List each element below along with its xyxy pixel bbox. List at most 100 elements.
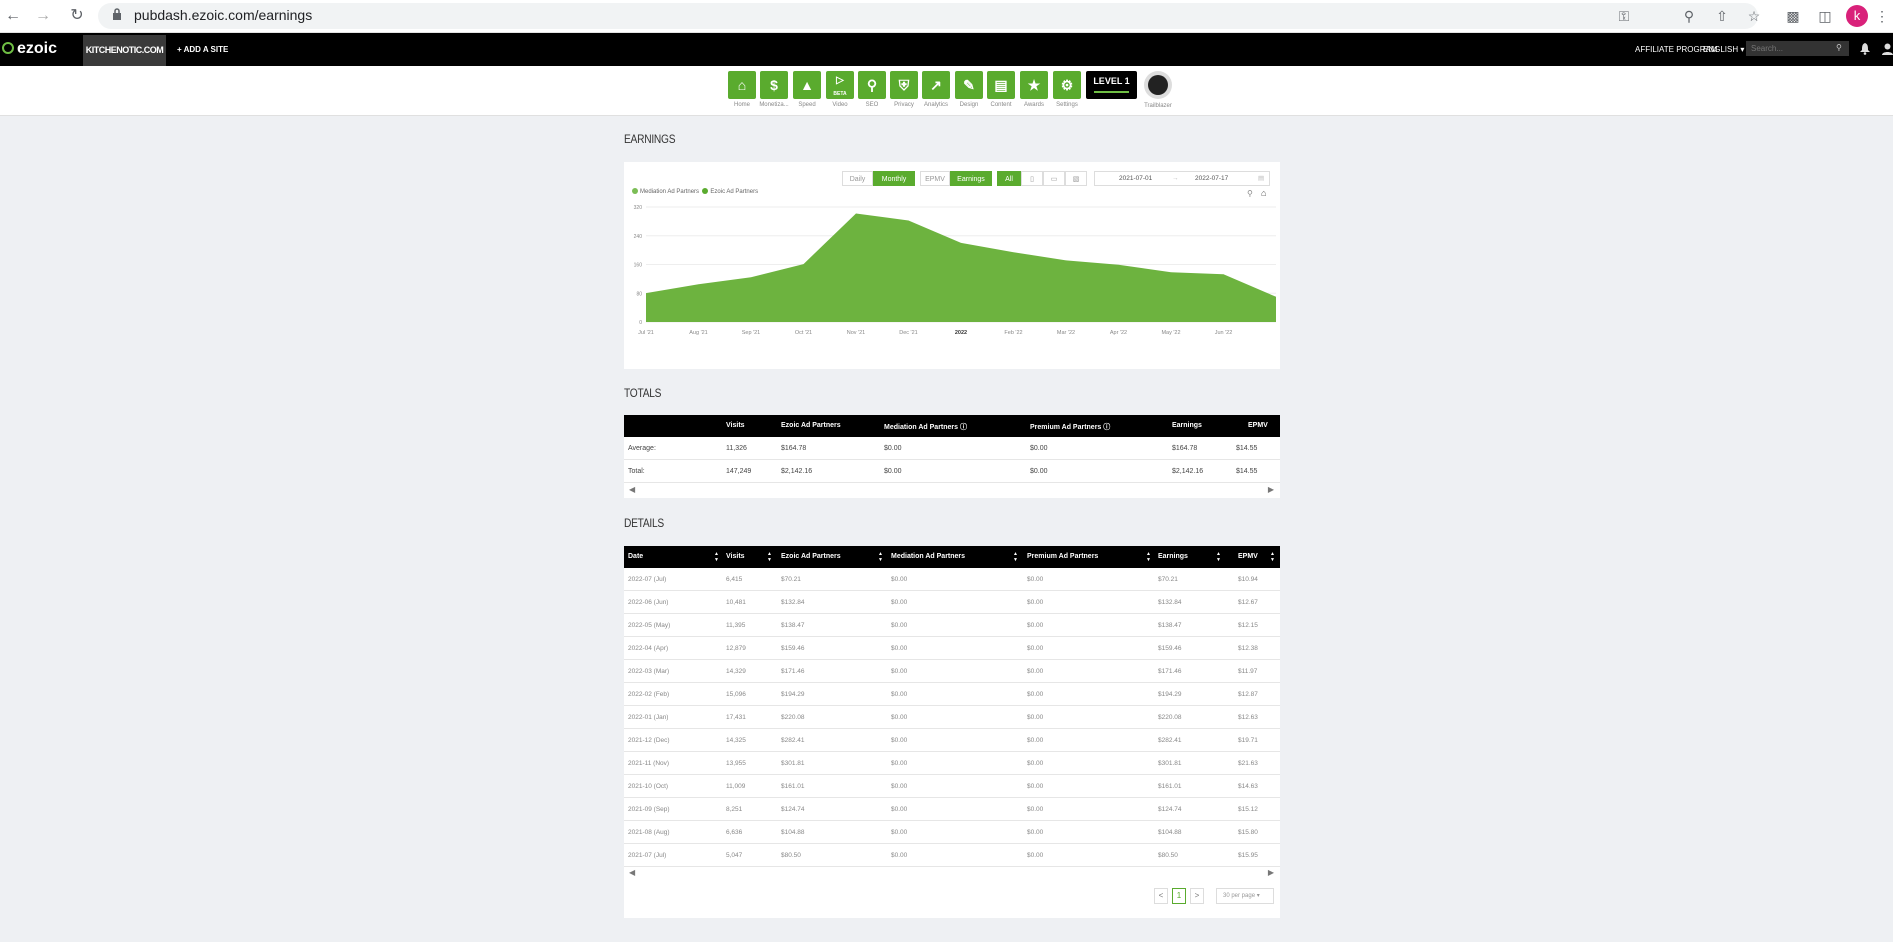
sort-icon[interactable]: ▲ ▼ [714, 551, 719, 563]
col-visits[interactable]: Visits [726, 553, 745, 560]
zoom-icon[interactable]: ⚲ [1679, 6, 1699, 26]
cell: $164.78 [781, 445, 807, 452]
mobile-icon[interactable]: ▯ [1021, 171, 1043, 186]
per-page-select[interactable]: 30 per page ▾ [1216, 888, 1274, 904]
share-icon[interactable]: ⇧ [1712, 6, 1732, 26]
legend-mediation[interactable]: Mediation Ad Partners [640, 189, 699, 195]
details-header-row: Date Visits Ezoic Ad Partners Mediation … [624, 546, 1280, 568]
level-badge[interactable]: LEVEL 1 [1086, 71, 1137, 99]
table-cell: 12,879 [726, 645, 746, 652]
ezoic-logo[interactable]: ezoic [2, 40, 57, 58]
table-cell: $80.50 [1158, 852, 1178, 859]
scroll-right-icon[interactable]: ▶ [1268, 485, 1274, 494]
table-cell: $282.41 [1158, 737, 1182, 744]
epmv-toggle[interactable]: EPMV [920, 171, 950, 186]
col-premium: Premium Ad Partners ⓘ [1030, 422, 1110, 432]
col-earnings: Earnings [1172, 422, 1202, 429]
back-arrow-icon[interactable]: ← [2, 5, 24, 27]
table-cell: $132.84 [1158, 599, 1182, 606]
table-cell: $0.00 [1027, 691, 1044, 698]
tool-awards[interactable]: ★ Awards [1019, 71, 1049, 108]
cell: $14.55 [1236, 468, 1258, 475]
details-horizontal-scrollbar[interactable]: ◀ ▶ [624, 868, 1280, 879]
x-tick-label: Oct '21 [795, 330, 812, 336]
tool-analytics[interactable]: ↗ Analytics [921, 71, 951, 108]
next-page-button[interactable]: > [1190, 888, 1204, 904]
desktop-icon[interactable]: ▧ [1065, 171, 1087, 186]
all-devices-toggle[interactable]: All [997, 171, 1021, 186]
area-series-ezoic[interactable] [646, 213, 1276, 323]
url-text: pubdash.ezoic.com/earnings [134, 7, 313, 23]
table-cell: 17,431 [726, 714, 746, 721]
bookmark-star-icon[interactable]: ☆ [1744, 6, 1764, 26]
y-tick-label: 80 [636, 291, 642, 297]
help-icon[interactable]: ⓘ [1103, 424, 1110, 431]
monthly-toggle[interactable]: Monthly [873, 171, 915, 186]
key-icon[interactable]: ⚿ [1614, 6, 1634, 26]
sort-icon[interactable]: ▲ ▼ [1270, 551, 1275, 563]
menu-icon[interactable]: ⋮ [1872, 6, 1892, 26]
bell-icon[interactable] [1860, 43, 1870, 55]
table-cell: $12.87 [1238, 691, 1258, 698]
table-cell: $194.29 [1158, 691, 1182, 698]
trailblazer-avatar[interactable] [1144, 71, 1172, 99]
site-tab[interactable]: KITCHENOTIC.COM [83, 35, 166, 66]
tool-speed[interactable]: ▲ Speed [792, 71, 822, 108]
sidepanel-icon[interactable]: ◫ [1815, 6, 1835, 26]
col-ezoic[interactable]: Ezoic Ad Partners [781, 553, 841, 560]
prev-page-button[interactable]: < [1154, 888, 1168, 904]
profile-avatar[interactable]: k [1846, 5, 1868, 27]
sort-icon[interactable]: ▲ ▼ [1013, 551, 1018, 563]
row-label: Total: [628, 468, 645, 475]
legend-dot-ezoic [702, 188, 709, 194]
language-select[interactable]: ENGLISH ▾ [1703, 45, 1744, 54]
totals-header-row: Visits Ezoic Ad Partners Mediation Ad Pa… [624, 415, 1280, 437]
tool-design[interactable]: ✎ Design [954, 71, 984, 108]
scroll-right-icon[interactable]: ▶ [1268, 868, 1274, 877]
table-row: 2021-08 (Aug) 6,636 $104.88 $0.00 $0.00 $104.… [624, 821, 1280, 844]
y-tick-label: 240 [634, 234, 643, 240]
table-cell: 11,009 [726, 783, 746, 790]
sort-icon[interactable]: ▲ ▼ [1216, 551, 1221, 563]
page-1-button[interactable]: 1 [1172, 888, 1186, 904]
tool-settings[interactable]: ⚙ Settings [1052, 71, 1082, 108]
tool-content[interactable]: ▤ Content [986, 71, 1016, 108]
legend-ezoic[interactable]: Ezoic Ad Partners [710, 189, 758, 195]
extensions-icon[interactable]: ▩ [1783, 6, 1803, 26]
sort-icon[interactable]: ▲ ▼ [878, 551, 883, 563]
search-icon[interactable]: ⚲ [1836, 43, 1842, 52]
tool-monetization[interactable]: $ Monetiza... [759, 71, 789, 108]
video-icon: ▷ BETA [826, 71, 854, 99]
sort-icon[interactable]: ▲ ▼ [767, 551, 772, 563]
sort-icon[interactable]: ▲ ▼ [1146, 551, 1151, 563]
totals-heading: TOTALS [624, 386, 662, 400]
tablet-icon[interactable]: ▭ [1043, 171, 1065, 186]
tool-video[interactable]: ▷ BETA Video [825, 71, 855, 108]
col-premium[interactable]: Premium Ad Partners [1027, 553, 1098, 560]
add-site-link[interactable]: + ADD A SITE [177, 45, 228, 54]
earnings-toggle[interactable]: Earnings [950, 171, 992, 186]
totals-horizontal-scrollbar[interactable]: ◀ ▶ [624, 485, 1280, 496]
help-icon[interactable]: ⓘ [960, 424, 967, 431]
scroll-left-icon[interactable]: ◀ [629, 868, 635, 877]
tool-privacy[interactable]: ⛨ Privacy [889, 71, 919, 108]
per-page-label: 30 per page [1223, 893, 1256, 899]
col-mediation[interactable]: Mediation Ad Partners [891, 553, 965, 560]
scroll-left-icon[interactable]: ◀ [629, 485, 635, 494]
reload-icon[interactable]: ↻ [66, 5, 88, 27]
col-earnings[interactable]: Earnings [1158, 553, 1188, 560]
daily-toggle[interactable]: Daily [842, 171, 873, 186]
table-cell: $0.00 [1027, 599, 1044, 606]
calendar-icon[interactable]: ▤ [1258, 172, 1264, 186]
tool-home[interactable]: ⌂ Home [727, 71, 757, 108]
col-date[interactable]: Date [628, 553, 643, 560]
forward-arrow-icon[interactable]: → [32, 5, 54, 27]
tool-seo[interactable]: ⚲ SEO [857, 71, 887, 108]
col-premium-label: Premium Ad Partners [1030, 424, 1102, 431]
address-bar[interactable] [98, 3, 1758, 29]
col-epmv[interactable]: EPMV [1238, 553, 1258, 560]
user-icon[interactable] [1882, 43, 1893, 55]
table-cell: 10,481 [726, 599, 746, 606]
tool-label: Content [990, 102, 1012, 108]
search-input[interactable] [1746, 41, 1849, 56]
